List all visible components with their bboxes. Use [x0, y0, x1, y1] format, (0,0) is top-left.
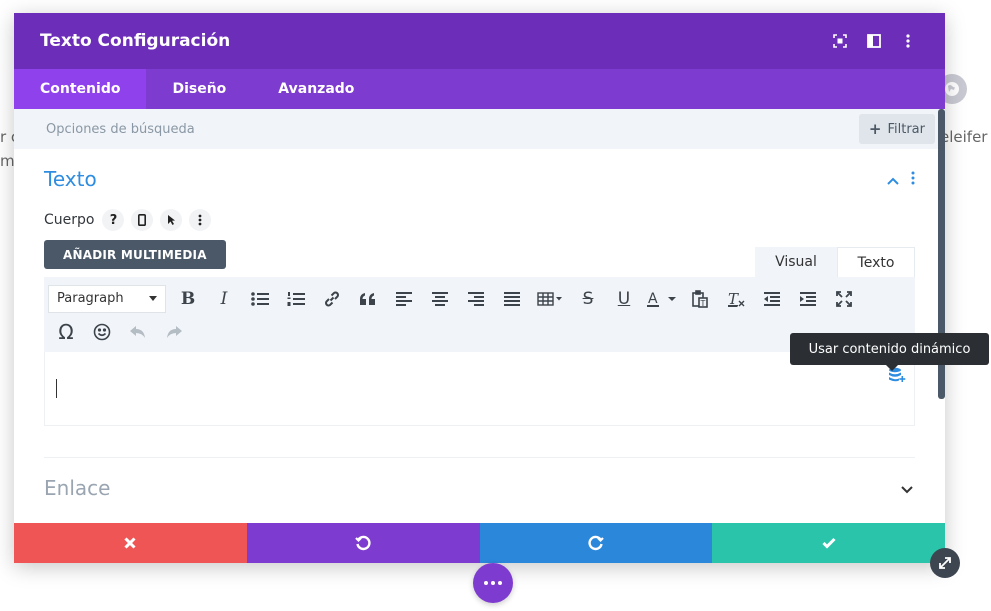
field-options-icon[interactable] [189, 209, 212, 231]
more-options-icon[interactable] [897, 30, 919, 52]
align-center-icon[interactable] [422, 284, 458, 314]
field-cuerpo: Cuerpo ? [44, 209, 915, 231]
underline-icon[interactable]: U [606, 284, 642, 314]
editor-mode-tabs: Visual Texto [44, 247, 915, 277]
editor-content-area[interactable] [44, 352, 915, 426]
section-texto-title: Texto [44, 167, 97, 191]
redo-button[interactable] [479, 523, 713, 563]
bold-icon[interactable]: B [170, 284, 206, 314]
check-icon [822, 537, 836, 549]
tab-diseno[interactable]: Diseño [146, 69, 252, 109]
more-actions-button[interactable] [473, 563, 513, 603]
undo-icon[interactable] [120, 317, 156, 347]
fullscreen-editor-icon[interactable] [826, 284, 862, 314]
ellipsis-icon [484, 581, 502, 585]
strikethrough-icon[interactable]: S [570, 284, 606, 314]
text-caret [56, 379, 57, 398]
special-character-icon[interactable]: Ω [48, 317, 84, 347]
modal-header: Texto Configuración [14, 13, 945, 69]
close-icon [124, 537, 136, 549]
svg-text:A: A [648, 291, 658, 307]
help-icon[interactable]: ? [102, 209, 125, 231]
modal-footer [14, 523, 945, 563]
redo-arrow-icon [588, 535, 604, 551]
format-select[interactable]: Paragraph [48, 284, 166, 313]
italic-icon[interactable]: I [206, 284, 242, 314]
undo-arrow-icon [355, 535, 371, 551]
link-icon[interactable] [314, 284, 350, 314]
chevron-up-icon[interactable] [887, 170, 899, 189]
svg-text:T: T [700, 299, 706, 308]
align-right-icon[interactable] [458, 284, 494, 314]
table-icon[interactable] [530, 284, 570, 314]
numbered-list-icon[interactable] [278, 284, 314, 314]
rich-text-editor: Visual Texto Paragraph B I S U A T T Ω [44, 247, 915, 426]
tab-contenido[interactable]: Contenido [14, 69, 147, 109]
resize-icon [939, 557, 951, 569]
settings-modal: Texto Configuración Contenido Diseño Ava… [14, 13, 945, 563]
section-enlace-header[interactable]: Enlace [44, 458, 915, 518]
dynamic-content-tooltip: Usar contenido dinámico [790, 333, 989, 371]
tab-avanzado[interactable]: Avanzado [252, 69, 380, 109]
indent-icon[interactable] [790, 284, 826, 314]
cursor-icon[interactable] [160, 209, 183, 231]
editor-toolbar: Paragraph B I S U A T T Ω [44, 277, 915, 352]
mobile-icon[interactable] [131, 209, 154, 231]
text-color-icon[interactable]: A [642, 284, 682, 314]
filter-button-label: Filtrar [887, 121, 925, 137]
plus-icon: + [868, 120, 882, 138]
redo-icon[interactable] [156, 317, 192, 347]
paste-text-icon[interactable]: T [682, 284, 718, 314]
tab-texto[interactable]: Texto [837, 247, 915, 277]
svg-text:T: T [728, 290, 739, 308]
fullscreen-icon[interactable] [829, 30, 851, 52]
field-label: Cuerpo [44, 212, 95, 228]
cancel-button[interactable] [14, 523, 247, 563]
background-text-fragment: eleifer [940, 128, 988, 146]
section-options-icon[interactable] [911, 170, 915, 189]
chevron-down-icon[interactable] [901, 479, 913, 498]
search-input[interactable] [44, 120, 859, 138]
align-justify-icon[interactable] [494, 284, 530, 314]
format-select-value: Paragraph [57, 291, 124, 306]
resize-handle[interactable] [930, 548, 960, 578]
modal-tabs: Contenido Diseño Avanzado [14, 69, 945, 109]
bullet-list-icon[interactable] [242, 284, 278, 314]
blockquote-icon[interactable] [350, 284, 386, 314]
outdent-icon[interactable] [754, 284, 790, 314]
undo-button[interactable] [246, 523, 480, 563]
align-left-icon[interactable] [386, 284, 422, 314]
filter-button[interactable]: + Filtrar [858, 114, 935, 144]
split-view-icon[interactable] [863, 30, 885, 52]
search-bar: + Filtrar [14, 109, 945, 149]
section-enlace-title: Enlace [44, 476, 111, 500]
section-texto-header[interactable]: Texto [44, 149, 915, 209]
clear-formatting-icon[interactable]: T [718, 284, 754, 314]
modal-title: Texto Configuración [40, 31, 231, 51]
background-text-fragment: m [0, 152, 15, 170]
emoticon-icon[interactable] [84, 317, 120, 347]
caret-down-icon [149, 296, 157, 301]
save-button[interactable] [712, 523, 945, 563]
tab-visual[interactable]: Visual [755, 247, 837, 277]
